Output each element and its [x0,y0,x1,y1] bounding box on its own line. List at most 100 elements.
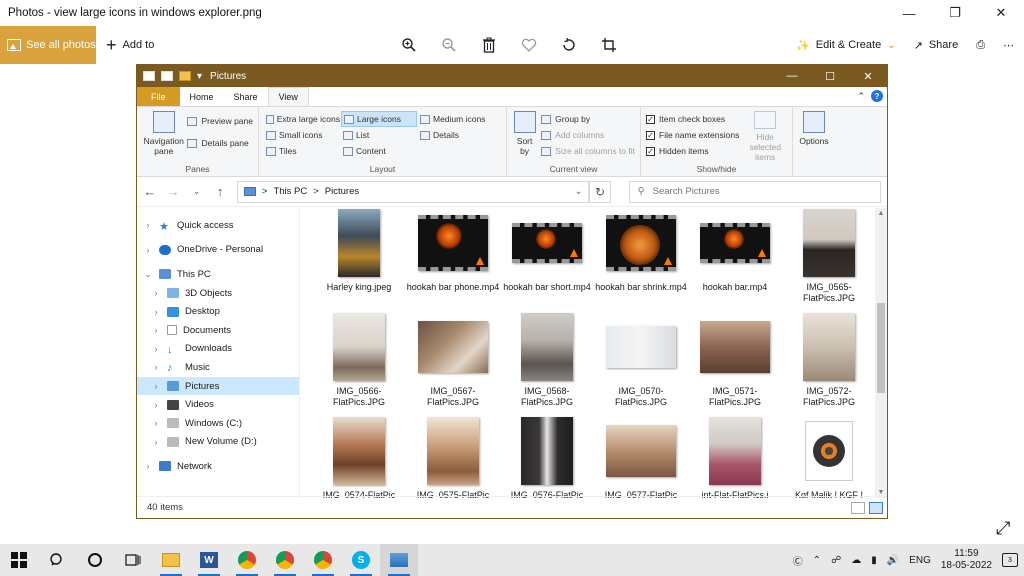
print-button[interactable]: ⎙ [976,39,985,52]
explorer-close-button[interactable]: ✕ [849,70,887,83]
item-check-boxes[interactable]: ✓ Item check boxes [646,111,739,127]
address-bar[interactable]: > This PC > Pictures ⌄ [236,180,590,203]
add-columns-button[interactable]: Add columns [541,127,635,143]
delete-icon[interactable] [480,36,498,54]
search-button[interactable] [38,544,76,576]
back-arrow-icon[interactable]: ← [143,184,156,199]
nav-item-this-pc[interactable]: ⌄ This PC [137,265,299,284]
collapse-ribbon-icon[interactable]: ⌃ [857,91,865,102]
defender-icon[interactable]: ☍ [831,555,841,566]
rotate-icon[interactable] [560,36,578,54]
maximize-button[interactable]: ❐ [932,0,978,26]
scroll-thumb[interactable] [877,303,885,393]
see-all-photos-button[interactable]: See all photos [0,26,96,64]
file-item[interactable]: int-Flat-FlatPics.j [688,416,782,498]
nav-item-videos[interactable]: › Videos [137,395,299,414]
properties-icon[interactable] [161,71,173,81]
address-dropdown-icon[interactable]: ⌄ [574,186,582,197]
expand-chevron-icon[interactable]: › [151,362,161,372]
file-item[interactable]: IMG_0577-FlatPic [594,416,688,498]
cortana-button[interactable] [76,544,114,576]
file-item[interactable]: IMG_0570-FlatPics.JPG [594,312,688,416]
expand-chevron-icon[interactable]: › [143,461,153,471]
taskbar-file-explorer[interactable] [152,544,190,576]
more-options-button[interactable]: ⋯ [1003,39,1014,52]
size-all-columns-button[interactable]: Size all columns to fit [541,143,635,159]
file-item[interactable]: IMG_0567-FlatPics.JPG [406,312,500,416]
tab-file[interactable]: File [137,87,180,106]
layout-content[interactable]: Content [341,143,417,159]
minimize-button[interactable]: — [886,0,932,26]
expand-chevron-icon[interactable]: › [151,307,161,317]
preview-pane-button[interactable]: Preview pane [187,113,253,129]
fullscreen-expand-icon[interactable]: ⤢ [996,518,1010,539]
search-input[interactable]: ⚲ Search Pictures [628,180,882,203]
explorer-minimize-button[interactable]: — [773,70,811,83]
onedrive-cloud-icon[interactable]: ☁ [851,555,861,566]
file-item[interactable]: IMG_0574-FlatPic [312,416,406,498]
layout-large-icons[interactable]: Large icons [341,111,417,127]
vertical-scrollbar[interactable]: ▲ ▼ [875,208,887,498]
nav-item-pictures[interactable]: › Pictures [137,376,299,396]
taskbar-photos[interactable] [380,544,418,576]
tab-share[interactable]: Share [224,87,268,106]
breadcrumb-this-pc[interactable]: This PC [273,186,307,197]
nav-item-music[interactable]: › ♪ Music [137,358,299,377]
file-item[interactable]: Harley king.jpeg [312,208,406,312]
recent-dropdown-icon[interactable]: ⌄ [190,186,203,197]
hide-selected-items-button[interactable]: Hide selected items [743,111,787,162]
crop-icon[interactable] [600,36,618,54]
expand-chevron-icon[interactable]: › [151,400,161,410]
expand-chevron-icon[interactable]: › [151,288,161,298]
zoom-in-icon[interactable] [400,36,418,54]
expand-chevron-icon[interactable]: › [151,344,161,354]
breadcrumb-pictures[interactable]: Pictures [325,186,359,197]
favorite-heart-icon[interactable] [520,36,538,54]
expand-chevron-icon[interactable]: › [143,220,153,230]
taskbar-word[interactable]: W [190,544,228,576]
file-item[interactable]: hookah bar shrink.mp4 [594,208,688,312]
taskbar-skype[interactable]: S [342,544,380,576]
scroll-down-icon[interactable]: ▼ [875,489,887,496]
file-item[interactable]: Kgf Malik ! KGF ! [782,416,876,498]
large-icons-view-icon[interactable] [869,501,883,514]
details-pane-button[interactable]: Details pane [187,135,253,151]
expand-chevron-icon[interactable]: › [151,418,161,428]
refresh-button[interactable]: ↻ [589,180,611,203]
file-item[interactable]: IMG_0568-FlatPics.JPG [500,312,594,416]
layout-tiles[interactable]: Tiles [264,143,340,159]
volume-icon[interactable]: 🔊 [887,555,899,566]
file-item[interactable]: hookah bar phone.mp4 [406,208,500,312]
nav-item-new-volume-d[interactable]: › New Volume (D:) [137,433,299,452]
help-tray-icon[interactable]: Ⓒ [793,553,803,568]
show-hidden-icons-chevron[interactable]: ⌃ [813,555,821,566]
nav-item-desktop[interactable]: › Desktop [137,302,299,321]
explorer-maximize-button[interactable]: ☐ [811,70,849,83]
expand-chevron-icon[interactable]: › [151,381,161,391]
hidden-items[interactable]: ✓ Hidden items [646,143,739,159]
nav-item-onedrive[interactable]: › OneDrive - Personal [137,241,299,260]
file-item[interactable]: IMG_0576-FlatPic [500,416,594,498]
help-icon[interactable]: ? [871,90,883,102]
expand-chevron-icon[interactable]: › [151,325,161,335]
file-item[interactable]: IMG_0566-FlatPics.JPG [312,312,406,416]
layout-medium-icons[interactable]: Medium icons [418,111,494,127]
file-item[interactable]: hookah bar.mp4 [688,208,782,312]
file-name-extensions[interactable]: ✓ File name extensions [646,127,739,143]
scroll-up-icon[interactable]: ▲ [875,210,887,217]
taskbar-chrome-2[interactable] [266,544,304,576]
edit-create-button[interactable]: ✨ Edit & Create ⌄ [796,39,896,52]
up-arrow-icon[interactable]: ↑ [213,184,226,199]
clock[interactable]: 11:59 18-05-2022 [941,548,992,572]
forward-arrow-icon[interactable]: → [166,184,180,199]
nav-item-quick-access[interactable]: › ★ Quick access [137,216,299,235]
task-view-button[interactable] [114,544,152,576]
taskbar-chrome-3[interactable] [304,544,342,576]
add-to-button[interactable]: + Add to [106,35,154,56]
qa-dropdown-icon[interactable]: ▾ [197,71,202,82]
notification-center-icon[interactable]: 3 [1002,553,1018,567]
nav-item-downloads[interactable]: › ↓ Downloads [137,340,299,359]
details-view-icon[interactable] [851,501,865,514]
navigation-pane-button[interactable]: Navigation pane [142,111,185,162]
start-button[interactable] [0,544,38,576]
